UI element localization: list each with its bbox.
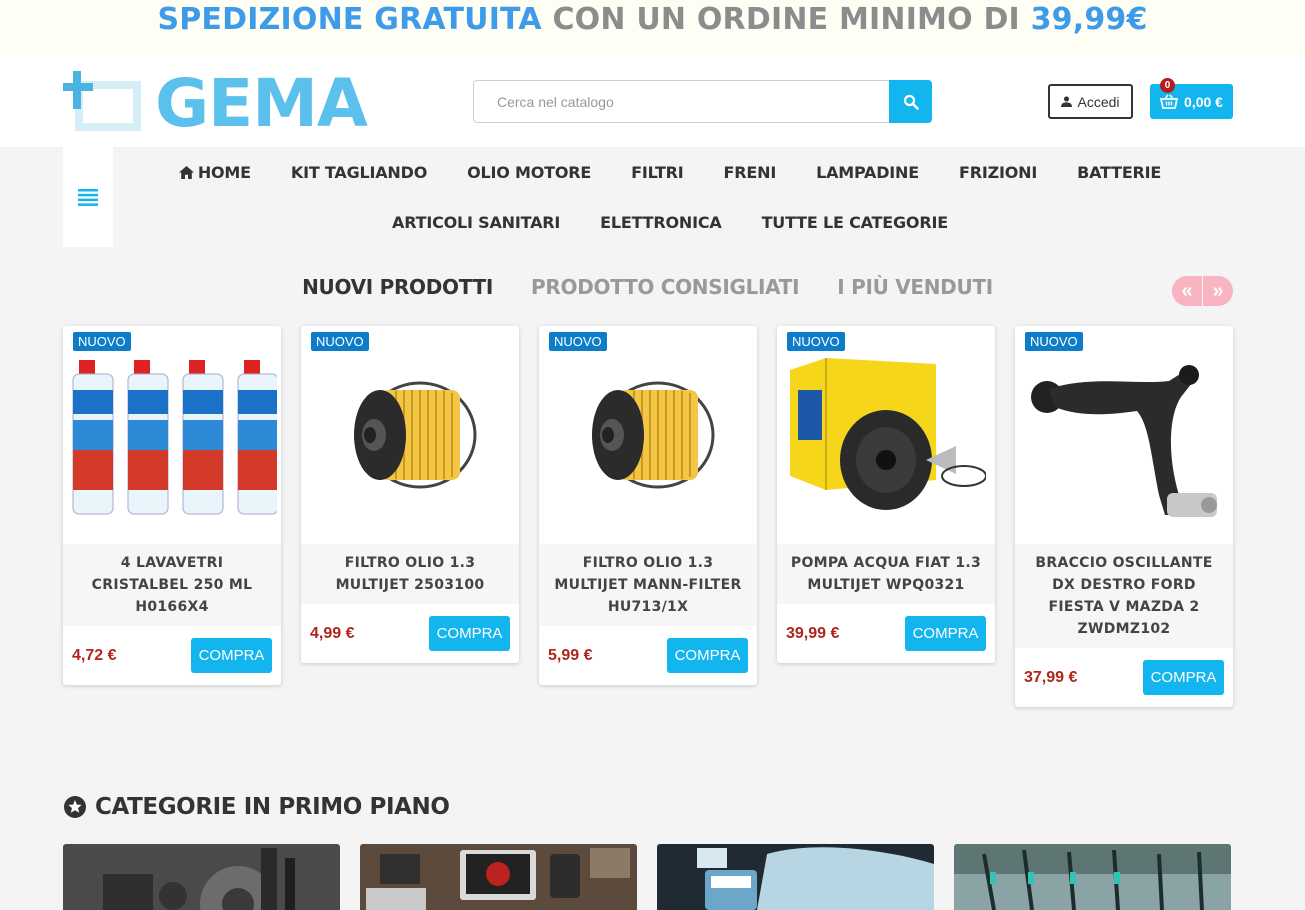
nav-row-1: HOME KIT TAGLIANDO OLIO MOTORE FILTRI FR…	[120, 147, 1220, 197]
nav-row-2: ARTICOLI SANITARI ELETTRONICA TUTTE LE C…	[120, 197, 1220, 247]
login-label: Accedi	[1077, 93, 1120, 110]
carousel-arrows: « »	[1172, 276, 1233, 306]
double-chevron-left-icon: «	[1181, 279, 1193, 302]
new-badge: NUOVO	[787, 332, 845, 351]
product-price: 39,99 €	[786, 624, 840, 642]
new-badge: NUOVO	[1025, 332, 1083, 351]
search-icon	[903, 94, 919, 110]
product-title[interactable]: POMPA ACQUA FIAT 1.3 MULTIJET WPQ0321	[777, 544, 995, 604]
promo-banner: SPEDIZIONE GRATUITA CON UN ORDINE MINIMO…	[0, 0, 1305, 55]
nav-item-olio-motore[interactable]: OLIO MOTORE	[447, 163, 611, 182]
search-input[interactable]	[473, 80, 890, 123]
product-price: 4,99 €	[310, 624, 355, 642]
product-card[interactable]: NUOVO BRACCIO OSCILLANTE DX DESTRO FORD …	[1015, 326, 1233, 707]
nav-item-lampadine[interactable]: LAMPADINE	[796, 163, 939, 182]
product-image[interactable]: NUOVO	[301, 326, 519, 544]
promo-text: CON UN ORDINE MINIMO DI	[552, 2, 1020, 37]
control-arm-icon	[1031, 365, 1217, 517]
product-title[interactable]: BRACCIO OSCILLANTE DX DESTRO FORD FIESTA…	[1015, 544, 1233, 648]
nav-item-batterie[interactable]: BATTERIE	[1057, 163, 1181, 182]
category-tile-mobility[interactable]	[954, 844, 1231, 910]
nav-item-tutte-categorie[interactable]: TUTTE LE CATEGORIE	[742, 213, 968, 232]
featured-categories-title: CATEGORIE IN PRIMO PIANO	[95, 794, 450, 820]
electronics-image	[360, 844, 637, 910]
double-chevron-right-icon: »	[1212, 279, 1224, 302]
product-title[interactable]: FILTRO OLIO 1.3 MULTIJET 2503100	[301, 544, 519, 604]
nav-item-elettronica[interactable]: ELETTRONICA	[580, 213, 741, 232]
carousel-next-button[interactable]: »	[1203, 276, 1233, 306]
site-header: GEMA Accedi 0 0,00 €	[0, 55, 1305, 147]
product-footer: 4,99 € COMPRA	[301, 604, 519, 663]
login-button[interactable]: Accedi	[1048, 84, 1133, 119]
product-image[interactable]: NUOVO	[63, 326, 281, 544]
cart-button[interactable]: 0 0,00 €	[1150, 78, 1233, 119]
category-tile-car-parts[interactable]	[63, 844, 340, 910]
buy-button[interactable]: COMPRA	[429, 616, 510, 651]
promo-highlight: SPEDIZIONE GRATUITA	[157, 2, 542, 37]
category-tile-electronics[interactable]	[360, 844, 637, 910]
new-badge: NUOVO	[73, 332, 131, 351]
buy-button[interactable]: COMPRA	[667, 638, 748, 673]
category-tile-sanitary[interactable]	[657, 844, 934, 910]
search-button[interactable]	[889, 80, 932, 123]
buy-button[interactable]: COMPRA	[1143, 660, 1224, 695]
buy-button[interactable]: COMPRA	[905, 616, 986, 651]
product-footer: 39,99 € COMPRA	[777, 604, 995, 663]
carousel-prev-button[interactable]: «	[1172, 276, 1202, 306]
nav-item-frizioni[interactable]: FRIZIONI	[939, 163, 1057, 182]
product-image[interactable]: NUOVO	[1015, 326, 1233, 544]
product-card[interactable]: NUOVO FILTRO OLIO 1.3 MULTIJET MANN-FILT…	[539, 326, 757, 685]
oil-filter-icon	[354, 381, 477, 489]
product-price: 4,72 €	[72, 646, 117, 664]
cart-total: 0,00 €	[1184, 93, 1223, 110]
new-badge: NUOVO	[549, 332, 607, 351]
logo-text: GEMA	[155, 65, 368, 142]
main-navigation: HOME KIT TAGLIANDO OLIO MOTORE FILTRI FR…	[120, 147, 1220, 247]
product-card[interactable]: NUOVO FILTRO OLIO 1.3 MULTIJET 2503100 4…	[301, 326, 519, 663]
car-parts-image	[63, 844, 340, 910]
product-footer: 5,99 € COMPRA	[539, 626, 757, 685]
featured-categories	[63, 844, 1231, 910]
star-icon	[64, 796, 86, 818]
product-image[interactable]: NUOVO	[777, 326, 995, 544]
water-pump-icon	[790, 358, 986, 510]
basket-icon	[1160, 94, 1179, 109]
product-carousel: NUOVO 4 LAVAVETRI CRISTALBEL 250 ML H016…	[63, 326, 1233, 707]
product-card[interactable]: NUOVO POMPA ACQUA FIAT 1.3 MULTIJET WPQ0…	[777, 326, 995, 663]
cart-count-badge: 0	[1160, 78, 1175, 93]
search-form	[473, 80, 932, 123]
product-title[interactable]: FILTRO OLIO 1.3 MULTIJET MANN-FILTER HU7…	[539, 544, 757, 626]
nav-item-freni[interactable]: FRENI	[704, 163, 797, 182]
new-badge: NUOVO	[311, 332, 369, 351]
nav-item-filtri[interactable]: FILTRI	[611, 163, 703, 182]
product-card[interactable]: NUOVO 4 LAVAVETRI CRISTALBEL 250 ML H016…	[63, 326, 281, 685]
product-price: 5,99 €	[548, 646, 593, 664]
tab-piu-venduti[interactable]: I PIÙ VENDUTI	[837, 275, 993, 299]
windshield-washer-bottles-icon	[72, 360, 277, 515]
product-tabs: NUOVI PRODOTTI PRODOTTO CONSIGLIATI I PI…	[0, 275, 1305, 299]
nav-item-label: HOME	[197, 162, 251, 182]
hamburger-icon	[78, 188, 98, 206]
product-price: 37,99 €	[1024, 668, 1078, 686]
product-footer: 4,72 € COMPRA	[63, 626, 281, 685]
nav-item-kit-tagliando[interactable]: KIT TAGLIANDO	[271, 163, 447, 182]
product-title[interactable]: 4 LAVAVETRI CRISTALBEL 250 ML H0166X4	[63, 544, 281, 626]
oil-filter-icon	[592, 381, 715, 489]
promo-amount: 39,99€	[1030, 2, 1148, 37]
product-footer: 37,99 € COMPRA	[1015, 648, 1233, 707]
product-image[interactable]: NUOVO	[539, 326, 757, 544]
scooters-image	[954, 844, 1231, 910]
buy-button[interactable]: COMPRA	[191, 638, 272, 673]
nav-item-articoli-sanitari[interactable]: ARTICOLI SANITARI	[372, 213, 580, 232]
site-logo[interactable]: GEMA	[63, 65, 368, 142]
home-icon	[178, 165, 194, 179]
featured-categories-heading: CATEGORIE IN PRIMO PIANO	[63, 794, 450, 820]
tab-nuovi-prodotti[interactable]: NUOVI PRODOTTI	[302, 275, 493, 299]
user-icon	[1061, 96, 1073, 107]
logo-plus-bar	[63, 83, 93, 91]
tab-prodotto-consigliati[interactable]: PRODOTTO CONSIGLIATI	[531, 275, 800, 299]
nav-item-home[interactable]: HOME	[159, 163, 271, 182]
menu-toggle-button[interactable]	[63, 147, 113, 247]
sanitary-items-image	[657, 844, 934, 910]
